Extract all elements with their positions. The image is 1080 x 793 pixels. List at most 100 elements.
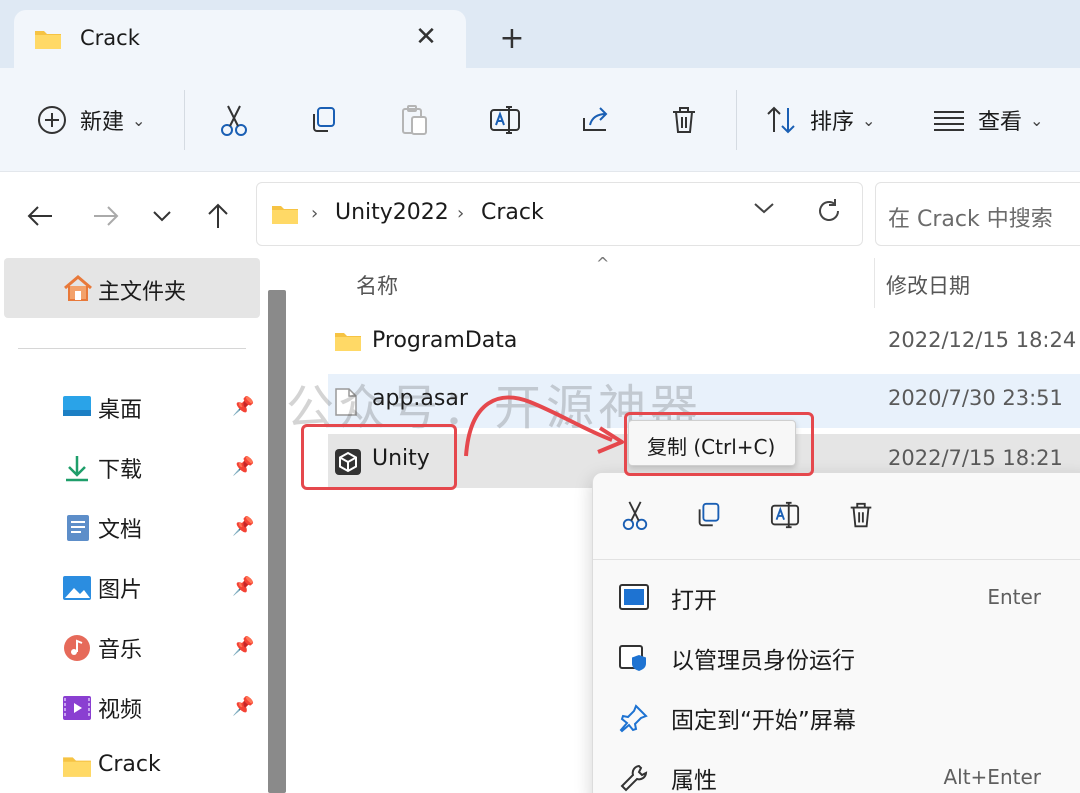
back-button[interactable] [22, 198, 58, 234]
address-dropdown-icon[interactable] [753, 199, 775, 220]
search-box[interactable]: 在 Crack 中搜索 [875, 182, 1080, 246]
up-button[interactable] [200, 198, 236, 234]
shortcut-label: Enter [987, 585, 1041, 609]
recent-locations-button[interactable] [144, 198, 180, 234]
share-button[interactable] [580, 98, 612, 142]
context-menu-divider [593, 559, 1080, 560]
sort-button[interactable]: 排序 ⌄ [764, 98, 875, 142]
sidebar-item-crack[interactable]: Crack [0, 740, 262, 793]
toolbar-divider [184, 90, 185, 150]
address-row: › Unity2022 › Crack 在 Crack 中搜索 [0, 172, 1080, 258]
sidebar-item-label: 主文件夹 [98, 280, 187, 305]
refresh-icon[interactable] [815, 197, 847, 229]
chevron-down-icon: ⌄ [1030, 110, 1044, 130]
file-name: app.asar [372, 386, 468, 411]
tab-crack[interactable]: Crack ✕ [14, 10, 466, 68]
paste-button[interactable] [398, 98, 430, 142]
sidebar-item-documents[interactable]: 文档 📌 [0, 500, 262, 556]
folder-icon [62, 754, 92, 782]
file-date: 2022/12/15 18:24 [888, 328, 1077, 352]
sidebar-item-pictures[interactable]: 图片 📌 [0, 560, 262, 616]
search-input[interactable]: 在 Crack 中搜索 [888, 201, 1053, 233]
new-tab-button[interactable]: + [494, 22, 530, 58]
sidebar-item-label: 桌面 [98, 398, 143, 423]
rename-button[interactable] [488, 98, 522, 142]
chevron-down-icon: ⌄ [862, 110, 876, 130]
plus-circle-icon [38, 106, 66, 134]
pin-icon[interactable]: 📌 [232, 396, 254, 417]
context-delete-button[interactable] [841, 495, 881, 535]
sidebar-item-downloads[interactable]: 下载 📌 [0, 440, 262, 496]
sidebar-item-desktop[interactable]: 桌面 📌 [0, 380, 262, 436]
sort-ascending-icon: ^ [596, 254, 610, 273]
view-label: 查看 [978, 110, 1023, 135]
arrow-left-icon [27, 206, 52, 226]
download-icon [62, 454, 92, 482]
delete-button[interactable] [668, 98, 700, 142]
breadcrumb-unity2022[interactable]: Unity2022 [335, 200, 449, 225]
column-header-name[interactable]: 名称 [356, 270, 398, 300]
file-date: 2020/7/30 23:51 [888, 386, 1063, 410]
scissors-icon [221, 105, 247, 136]
open-window-icon [619, 583, 651, 615]
context-item-open[interactable]: 打开 Enter [593, 571, 1080, 627]
rename-icon [770, 501, 800, 529]
new-button[interactable]: 新建 ⌄ [36, 98, 145, 142]
pin-icon[interactable]: 📌 [232, 696, 254, 717]
view-button[interactable]: 查看 ⌄ [932, 98, 1043, 142]
context-item-label: 固定到“开始”屏幕 [671, 708, 856, 734]
column-header-date[interactable]: 修改日期 [886, 270, 970, 300]
file-row-programdata[interactable]: ProgramData 2022/12/15 18:24 [328, 316, 1080, 370]
shield-icon [619, 643, 651, 675]
pin-icon[interactable]: 📌 [232, 576, 254, 597]
folder-icon [34, 28, 62, 54]
file-name: ProgramData [372, 328, 518, 353]
file-date: 2022/7/15 18:21 [888, 446, 1063, 470]
context-menu: 打开 Enter 以管理员身份运行 固定到“开始”屏幕 属性 Alt+Enter [592, 472, 1080, 793]
column-divider[interactable] [874, 258, 875, 308]
document-icon [62, 514, 92, 542]
sort-icon [767, 106, 795, 134]
cut-button[interactable] [218, 98, 250, 142]
breadcrumb-separator-icon: › [457, 203, 465, 224]
sidebar-item-videos[interactable]: 视频 📌 [0, 680, 262, 736]
sidebar-divider [18, 348, 246, 349]
tab-strip: Crack ✕ + [0, 0, 1080, 68]
clipboard-icon [402, 105, 427, 135]
arrow-up-icon [208, 203, 228, 228]
annotation-box-copy [624, 412, 814, 476]
sidebar-scrollbar[interactable] [268, 290, 286, 793]
context-cut-button[interactable] [615, 495, 655, 535]
pin-icon[interactable]: 📌 [232, 636, 254, 657]
sidebar-item-label: 视频 [98, 698, 143, 723]
address-bar[interactable]: › Unity2022 › Crack [256, 182, 863, 246]
sidebar-item-home[interactable]: 主文件夹 [4, 258, 260, 318]
context-item-properties[interactable]: 属性 Alt+Enter [593, 751, 1080, 793]
context-item-pin-to-start[interactable]: 固定到“开始”屏幕 [593, 691, 1080, 747]
context-rename-button[interactable] [765, 495, 805, 535]
file-icon [334, 388, 358, 420]
folder-icon [334, 330, 362, 356]
forward-button[interactable] [88, 198, 124, 234]
context-item-label: 属性 [671, 768, 717, 793]
chevron-down-icon: ⌄ [132, 110, 146, 130]
context-item-label: 以管理员身份运行 [671, 648, 855, 674]
pin-icon[interactable]: 📌 [232, 456, 254, 477]
breadcrumb-crack[interactable]: Crack [481, 200, 544, 225]
context-item-run-as-admin[interactable]: 以管理员身份运行 [593, 631, 1080, 687]
copy-icon [313, 107, 335, 132]
tab-title: Crack [80, 26, 140, 50]
view-icon [934, 111, 964, 131]
new-label: 新建 [80, 110, 125, 135]
chevron-down-icon [153, 211, 171, 222]
copy-button[interactable] [308, 98, 340, 142]
context-copy-button[interactable] [689, 495, 729, 535]
shortcut-label: Alt+Enter [943, 765, 1041, 789]
sidebar-item-label: 图片 [98, 578, 143, 603]
scissors-icon [622, 501, 648, 530]
trash-icon [850, 502, 872, 528]
sidebar-item-music[interactable]: 音乐 📌 [0, 620, 262, 676]
desktop-icon [62, 394, 92, 422]
close-tab-icon[interactable]: ✕ [410, 22, 442, 54]
pin-icon[interactable]: 📌 [232, 516, 254, 537]
